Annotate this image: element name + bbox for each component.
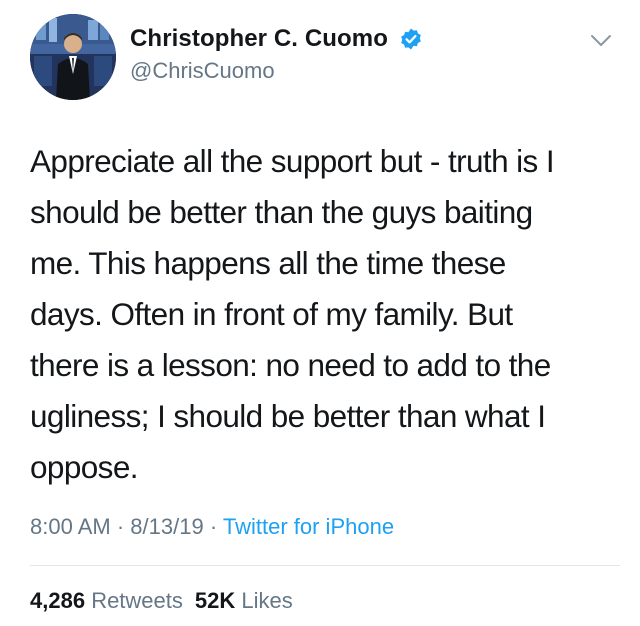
- tweet-card: Christopher C. Cuomo @ChrisCuomo Appreci…: [0, 0, 640, 626]
- avatar[interactable]: [30, 14, 116, 100]
- tweet-time: 8:00 AM: [30, 514, 111, 539]
- tweet-source-link[interactable]: Twitter for iPhone: [223, 514, 394, 539]
- retweets-count: 4,286: [30, 588, 86, 613]
- retweets-stat[interactable]: 4,286 Retweets: [30, 588, 183, 613]
- likes-stat[interactable]: 52K Likes: [195, 588, 293, 613]
- meta-separator: ·: [209, 514, 218, 539]
- divider: [30, 565, 620, 566]
- author-display-name[interactable]: Christopher C. Cuomo: [130, 25, 388, 53]
- likes-label: Likes: [241, 588, 293, 613]
- chevron-down-icon[interactable]: [590, 34, 612, 48]
- tweet-metadata: 8:00 AM · 8/13/19 · Twitter for iPhone: [30, 514, 394, 540]
- verified-badge-icon: [401, 28, 421, 50]
- likes-count: 52K: [194, 588, 236, 613]
- tweet-date[interactable]: 8/13/19: [130, 514, 203, 539]
- tweet-text: Appreciate all the support but - truth i…: [30, 143, 555, 485]
- tweet-stats: 4,286 Retweets 52K Likes: [30, 588, 293, 614]
- retweets-label: Retweets: [91, 588, 183, 613]
- avatar-photo-icon: [30, 14, 116, 100]
- meta-separator: ·: [116, 514, 125, 539]
- author-handle[interactable]: @ChrisCuomo: [130, 58, 275, 84]
